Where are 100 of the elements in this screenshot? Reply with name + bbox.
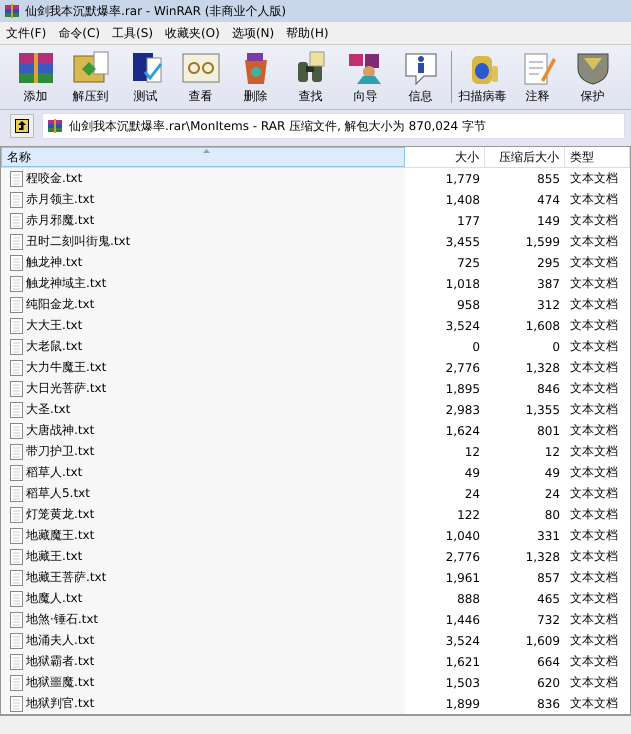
table-cell: 732: [537, 612, 560, 626]
file-name[interactable]: 灯笼黄龙.txt: [26, 506, 94, 523]
table-cell: 文本文档: [570, 695, 618, 712]
table-cell: 文本文档: [570, 317, 618, 334]
document-icon: [10, 276, 23, 292]
document-icon: [10, 612, 23, 628]
table-cell: 49: [544, 466, 560, 480]
table-cell: 1,899: [446, 696, 480, 710]
table-cell: 888: [457, 592, 480, 606]
table-cell: 文本文档: [570, 653, 618, 670]
file-name[interactable]: 地藏王.txt: [26, 548, 82, 565]
table-cell: 1,040: [446, 528, 480, 542]
toolbar-button[interactable]: 测试: [118, 47, 173, 107]
table-cell: 文本文档: [570, 422, 618, 439]
file-name[interactable]: 地狱噩魔.txt: [26, 674, 94, 691]
toolbar-button[interactable]: 注释: [510, 47, 565, 107]
table-cell: 80: [544, 508, 560, 522]
toolbar-button[interactable]: 查找: [283, 47, 338, 107]
file-name[interactable]: 地藏魔王.txt: [26, 527, 94, 544]
file-name[interactable]: 地煞·锤石.txt: [26, 611, 98, 628]
file-name[interactable]: 地狱判官.txt: [26, 695, 94, 712]
toolbar-button[interactable]: 删除: [228, 47, 283, 107]
table-cell: 122: [457, 508, 480, 522]
file-name[interactable]: 大圣.txt: [26, 401, 70, 418]
document-icon: [10, 338, 23, 354]
file-name[interactable]: 赤月邪魔.txt: [26, 212, 94, 229]
table-cell: 846: [537, 382, 560, 396]
document-icon: [10, 296, 23, 312]
toolbar-button[interactable]: 查看: [173, 47, 228, 107]
table-cell: 文本文档: [570, 611, 618, 628]
file-name[interactable]: 稻草人.txt: [26, 464, 82, 481]
document-icon: [10, 590, 23, 606]
table-cell: 文本文档: [570, 191, 618, 208]
file-name[interactable]: 纯阳金龙.txt: [26, 296, 94, 313]
table-cell: 801: [537, 424, 560, 438]
window-title: 仙剑我本沉默爆率.rar - WinRAR (非商业个人版): [25, 2, 286, 20]
table-cell: 文本文档: [570, 464, 618, 481]
file-name[interactable]: 触龙神.txt: [26, 254, 82, 271]
file-name[interactable]: 大老鼠.txt: [26, 338, 82, 355]
menu-item[interactable]: 收藏夹(O): [159, 24, 226, 42]
file-name[interactable]: 大大王.txt: [26, 317, 82, 334]
column-header[interactable]: 大小: [405, 147, 485, 167]
column-header[interactable]: 名称: [1, 147, 405, 167]
file-name[interactable]: 大日光菩萨.txt: [26, 380, 106, 397]
up-folder-button[interactable]: [10, 114, 34, 138]
toolbar-button[interactable]: 解压到: [63, 47, 118, 107]
table-cell: 文本文档: [570, 548, 618, 565]
document-icon: [10, 696, 23, 712]
toolbar-button[interactable]: 添加: [8, 47, 63, 107]
table-cell: 3,524: [446, 634, 480, 648]
document-icon: [10, 422, 23, 438]
menu-item[interactable]: 选项(N): [226, 24, 280, 42]
menu-item[interactable]: 命令(C): [52, 24, 106, 42]
column-header[interactable]: 类型: [565, 147, 630, 167]
file-name[interactable]: 大力牛魔王.txt: [26, 359, 106, 376]
table-cell: 49: [464, 466, 480, 480]
table-cell: 1,355: [526, 402, 560, 416]
table-cell: 620: [537, 676, 560, 690]
table-cell: 1,624: [446, 424, 480, 438]
file-name[interactable]: 程咬金.txt: [26, 170, 82, 187]
document-icon: [10, 170, 23, 186]
file-name[interactable]: 稻草人5.txt: [26, 485, 90, 502]
toolbar-button[interactable]: 扫描病毒: [455, 47, 510, 107]
menu-item[interactable]: 文件(F): [0, 24, 52, 42]
table-cell: 24: [544, 486, 560, 500]
table-cell: 文本文档: [570, 590, 618, 607]
table-cell: 文本文档: [570, 401, 618, 418]
menu-item[interactable]: 帮助(H): [280, 24, 335, 42]
file-name[interactable]: 大唐战神.txt: [26, 422, 94, 439]
column-header[interactable]: 压缩后大小: [485, 147, 565, 167]
file-name[interactable]: 地狱霸者.txt: [26, 653, 94, 670]
document-icon: [10, 486, 23, 502]
file-name[interactable]: 带刀护卫.txt: [26, 443, 94, 460]
toolbar-button[interactable]: 信息: [393, 47, 448, 107]
books-icon: [4, 3, 20, 19]
document-icon: [10, 632, 23, 648]
path-field[interactable]: 仙剑我本沉默爆率.rar\MonItems - RAR 压缩文件, 解包大小为 870,024 字节: [42, 113, 625, 139]
document-icon: [10, 654, 23, 670]
document-icon: [10, 464, 23, 480]
menu-item[interactable]: 工具(S): [106, 24, 159, 42]
books-icon: [47, 118, 63, 134]
table-cell: 文本文档: [570, 296, 618, 313]
table-cell: 文本文档: [570, 275, 618, 292]
document-icon: [10, 674, 23, 690]
file-name[interactable]: 触龙神域主.txt: [26, 275, 106, 292]
document-icon: [10, 570, 23, 586]
file-name[interactable]: 地藏王菩萨.txt: [26, 569, 106, 586]
table-cell: 465: [537, 592, 560, 606]
table-cell: 文本文档: [570, 233, 618, 250]
table-cell: 1,609: [526, 634, 560, 648]
file-name[interactable]: 赤月领主.txt: [26, 191, 94, 208]
table-cell: 1,621: [446, 654, 480, 668]
table-cell: 文本文档: [570, 674, 618, 691]
toolbar-button[interactable]: 保护: [565, 47, 620, 107]
table-cell: 2,776: [446, 550, 480, 564]
table-cell: 0: [552, 340, 560, 354]
file-name[interactable]: 地魔人.txt: [26, 590, 82, 607]
document-icon: [10, 234, 23, 250]
toolbar-button[interactable]: 向导: [338, 47, 393, 107]
file-name[interactable]: 地涌夫人.txt: [26, 632, 94, 649]
